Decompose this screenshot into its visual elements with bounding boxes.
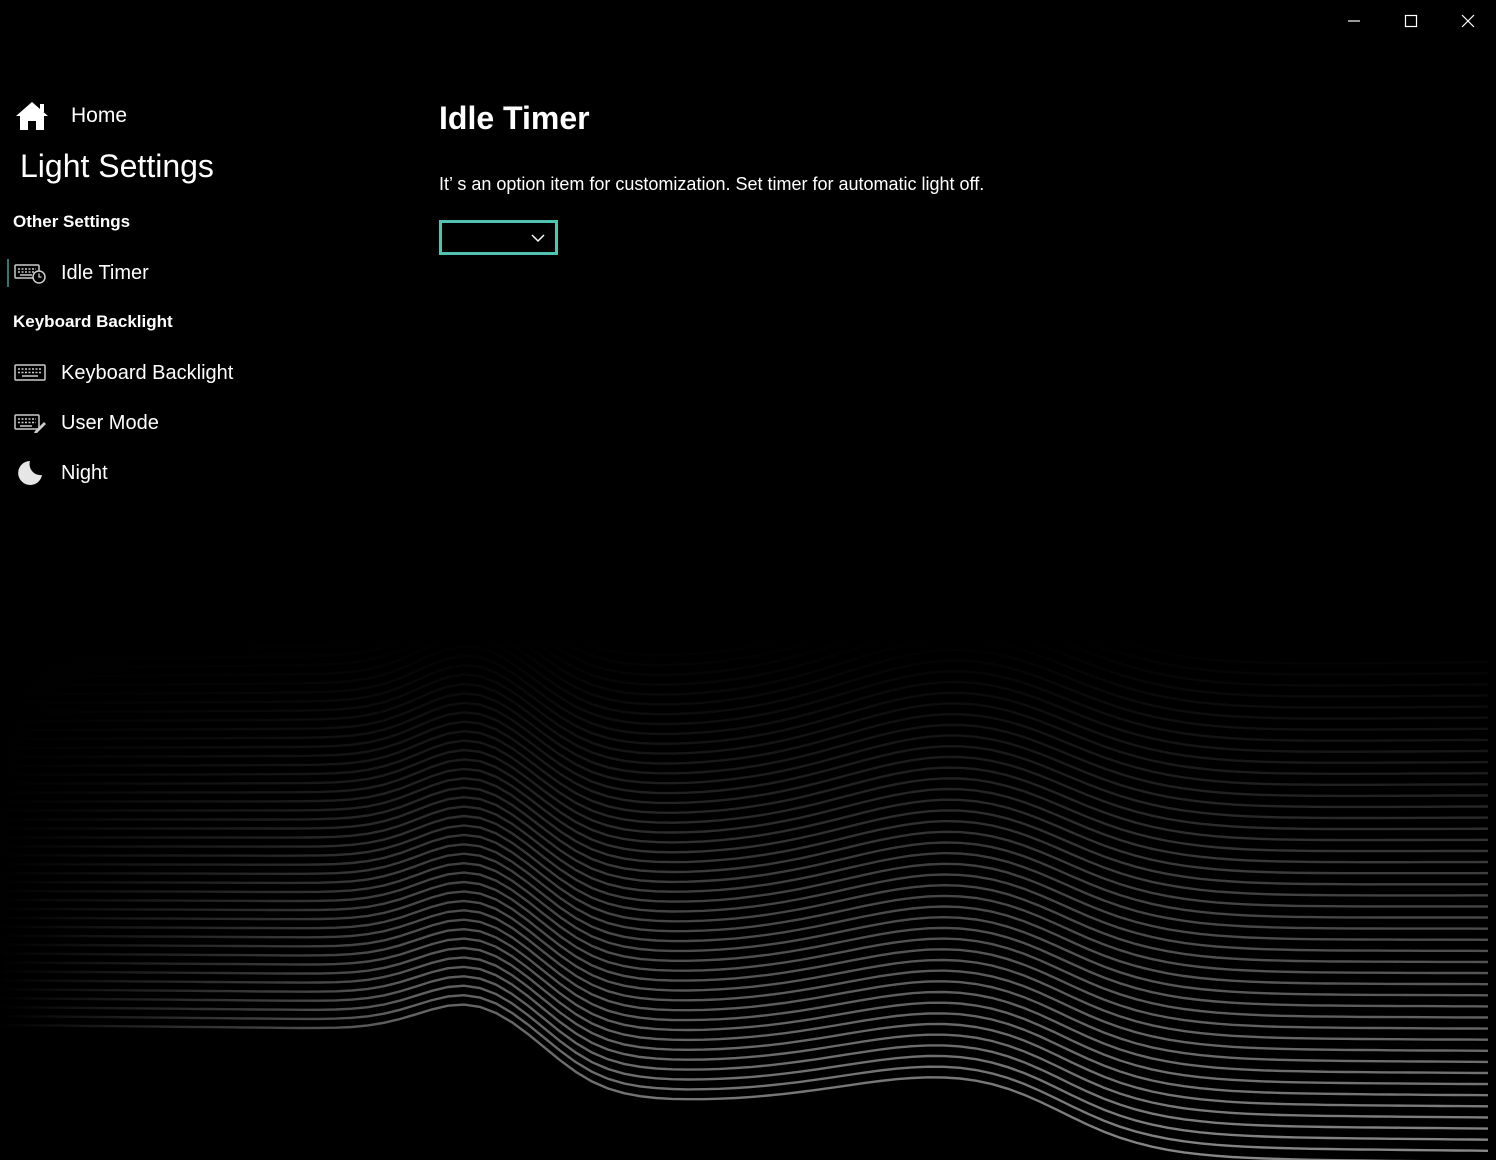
chevron-down-icon	[531, 234, 545, 243]
sidebar-item-idle-timer[interactable]: Idle Timer	[7, 256, 387, 290]
minimize-button[interactable]	[1325, 0, 1382, 42]
window-controls	[1325, 0, 1496, 42]
sidebar-item-user-mode[interactable]: User Mode	[7, 406, 387, 440]
close-icon	[1461, 14, 1474, 28]
home-button[interactable]: Home	[14, 98, 127, 134]
keyboard-clock-icon	[14, 261, 46, 285]
minimize-icon	[1347, 20, 1360, 22]
sidebar-item-label: User Mode	[61, 411, 159, 434]
main-content: Idle Timer It’ s an option item for cust…	[439, 96, 984, 255]
selection-indicator	[7, 359, 9, 387]
sidebar-item-label: Night	[61, 461, 108, 484]
maximize-icon	[1404, 14, 1417, 28]
group-header-other-settings: Other Settings	[13, 212, 131, 231]
close-button[interactable]	[1439, 0, 1496, 42]
section-title: Light Settings	[20, 148, 214, 184]
sidebar-item-keyboard-backlight[interactable]: Keyboard Backlight	[7, 356, 387, 390]
selection-indicator	[7, 259, 9, 287]
selection-indicator	[7, 459, 9, 487]
description-text: It’ s an option item for customization. …	[439, 174, 985, 194]
home-label: Home	[71, 104, 128, 127]
keyboard-edit-icon	[14, 411, 46, 435]
sidebar: Home Light Settings Other Settings Idle …	[0, 0, 400, 560]
keyboard-icon	[14, 361, 46, 385]
sidebar-item-label: Keyboard Backlight	[61, 361, 234, 384]
app-window: Home Light Settings Other Settings Idle …	[0, 0, 1496, 1160]
idle-timer-dropdown[interactable]	[439, 220, 558, 255]
selection-indicator	[7, 409, 9, 437]
sidebar-item-night[interactable]: Night	[7, 456, 387, 490]
sidebar-item-label: Idle Timer	[61, 261, 149, 284]
moon-icon	[14, 461, 46, 485]
group-header-keyboard-backlight: Keyboard Backlight	[13, 312, 173, 331]
maximize-button[interactable]	[1382, 0, 1439, 42]
page-title: Idle Timer	[439, 100, 590, 136]
home-icon	[16, 102, 48, 130]
